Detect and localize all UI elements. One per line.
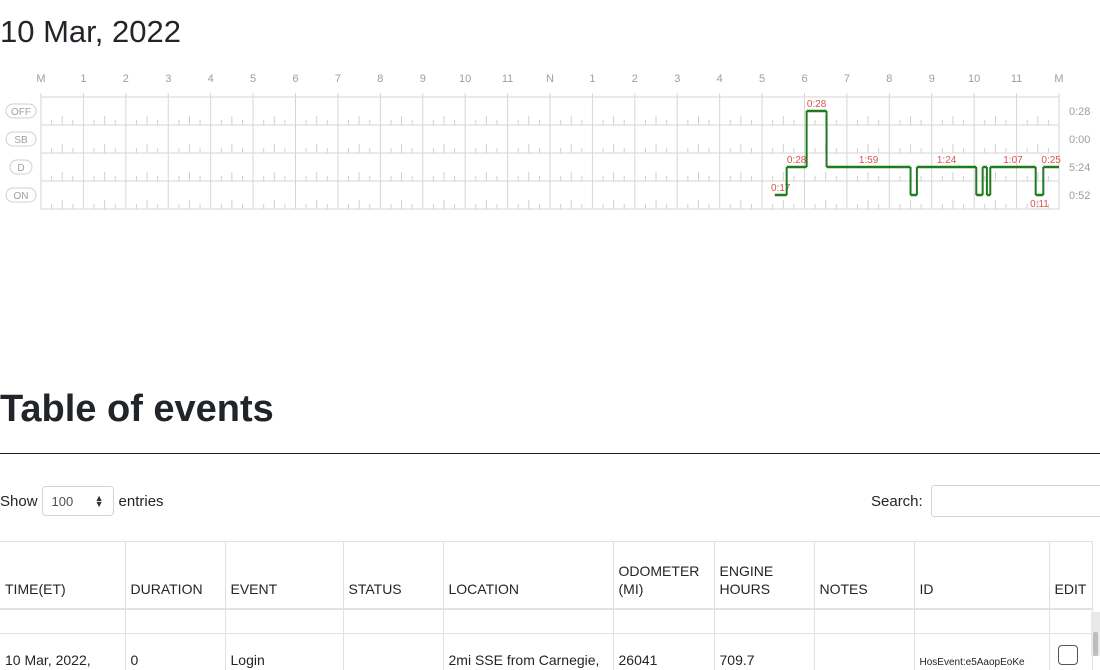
hour-label: 1 [80, 73, 86, 85]
cell-duration: 0 [125, 634, 225, 670]
table-scrollbar-thumb[interactable] [1093, 632, 1098, 656]
hour-label: 11 [502, 73, 513, 85]
cell-odometer: 26041 [613, 634, 714, 670]
col-header-notes[interactable]: NOTES [814, 542, 914, 610]
entries-length-control: Show 100 ▲▼ entries [0, 485, 164, 517]
col-header-status[interactable]: STATUS [343, 542, 443, 610]
entries-select[interactable]: 100 ▲▼ [42, 486, 114, 516]
hour-label: 9 [420, 73, 426, 85]
cell-event: Login [225, 634, 343, 670]
cell-location: 2mi SSE from Carnegie, [443, 634, 613, 670]
entries-label: entries [119, 493, 164, 510]
hour-label: 5 [250, 73, 256, 85]
hour-label: 7 [335, 73, 341, 85]
log-date-title: 10 Mar, 2022 [0, 14, 181, 50]
col-header-event[interactable]: EVENT [225, 542, 343, 610]
show-label: Show [0, 493, 38, 510]
duration-label: 0:28 [807, 99, 827, 110]
col-header-edit[interactable]: EDIT [1049, 542, 1092, 610]
duration-label: 0:28 [787, 155, 807, 166]
status-label-d: D [17, 163, 24, 174]
events-section-title: Table of events [0, 388, 274, 431]
hour-label: 1 [589, 73, 595, 85]
hour-label: 2 [123, 73, 129, 85]
hour-label: 6 [292, 73, 298, 85]
edit-checkbox[interactable] [1058, 645, 1078, 665]
hour-label: 2 [632, 73, 638, 85]
table-spacer-row [0, 609, 1092, 634]
col-header-duration[interactable]: DURATION [125, 542, 225, 610]
hour-label: 8 [377, 73, 383, 85]
status-total-off: 0:28 [1069, 106, 1090, 118]
col-header-time[interactable]: TIME(ET) [0, 542, 125, 610]
duration-label: 1:24 [937, 155, 957, 166]
cell-time: 10 Mar, 2022, [0, 634, 125, 670]
hour-label: 10 [459, 73, 471, 85]
hour-label: 5 [759, 73, 765, 85]
cell-id: HosEvent:e5AaopEoKe [914, 634, 1049, 670]
status-label-on: ON [14, 191, 29, 202]
hour-label: M [36, 73, 45, 85]
status-total-on: 0:52 [1069, 190, 1090, 202]
status-label-sb: SB [14, 135, 28, 146]
hour-label: 7 [844, 73, 850, 85]
duration-label: 1:07 [1003, 155, 1023, 166]
search-label: Search: [871, 493, 923, 510]
status-label-off: OFF [11, 107, 31, 118]
duration-label: 0:17 [771, 183, 791, 194]
section-divider [0, 453, 1100, 454]
cell-notes [814, 634, 914, 670]
col-header-engine-hours[interactable]: ENGINEHOURS [714, 542, 814, 610]
hour-label: 3 [674, 73, 680, 85]
hour-label: M [1054, 73, 1063, 85]
cell-status [343, 634, 443, 670]
status-total-d: 5:24 [1069, 162, 1090, 174]
col-header-location[interactable]: LOCATION [443, 542, 613, 610]
cell-edit [1049, 634, 1092, 670]
hour-label: 8 [886, 73, 892, 85]
duration-label: 0:11 [1030, 199, 1049, 210]
col-header-odometer[interactable]: ODOMETER(MI) [613, 542, 714, 610]
hour-label: 4 [717, 73, 723, 85]
table-row[interactable]: 10 Mar, 2022, 0 Login 2mi SSE from Carne… [0, 634, 1092, 670]
hos-log-grid-chart: M 1 2 3 4 5 6 7 8 9 10 11 N 1 2 3 4 5 6 7 8 9 10 11 M OFF 0:28 SB 0:… [0, 68, 1100, 218]
entries-select-value: 100 [52, 494, 74, 509]
hour-label: 6 [801, 73, 807, 85]
duration-label: 1:59 [859, 155, 879, 166]
select-arrows-icon: ▲▼ [95, 495, 104, 507]
table-search: Search: [871, 485, 1100, 517]
events-table: TIME(ET) DURATION EVENT STATUS LOCATION … [0, 541, 1093, 670]
hour-label: 10 [968, 73, 980, 85]
hour-label: N [546, 73, 554, 85]
hour-label: 9 [929, 73, 935, 85]
search-input[interactable] [931, 485, 1100, 517]
hour-label: 11 [1011, 73, 1022, 85]
col-header-id[interactable]: ID [914, 542, 1049, 610]
hour-label: 3 [165, 73, 171, 85]
status-total-sb: 0:00 [1069, 134, 1090, 146]
hour-label: 4 [208, 73, 214, 85]
table-header-row: TIME(ET) DURATION EVENT STATUS LOCATION … [0, 542, 1092, 610]
cell-engine-hours: 709.7 [714, 634, 814, 670]
duration-label: 0:25 [1041, 155, 1061, 166]
